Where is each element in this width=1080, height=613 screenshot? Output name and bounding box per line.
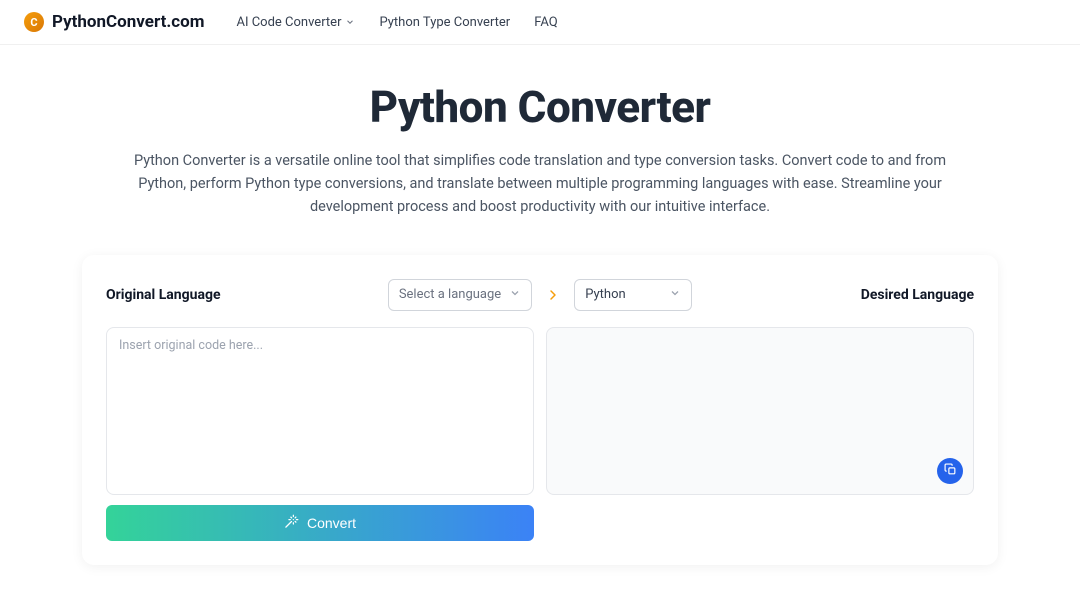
- desired-language-label: Desired Language: [702, 287, 974, 303]
- swap-icon[interactable]: [544, 286, 562, 304]
- convert-button-label: Convert: [307, 515, 356, 531]
- select-value: Python: [585, 287, 625, 302]
- main-nav: AI Code Converter Python Type Converter …: [236, 15, 557, 30]
- nav-item-label: Python Type Converter: [379, 15, 510, 30]
- source-language-select[interactable]: Select a language: [388, 279, 532, 311]
- nav-ai-code-converter[interactable]: AI Code Converter: [236, 15, 355, 30]
- controls-row: Original Language Select a language Pyth…: [106, 279, 974, 311]
- logo-text: PythonConvert.com: [52, 12, 204, 32]
- input-pane: [106, 327, 534, 495]
- copy-button[interactable]: [937, 458, 963, 484]
- code-panes: [106, 327, 974, 495]
- logo-icon: C: [24, 12, 44, 32]
- original-code-input[interactable]: [107, 328, 533, 494]
- converter-card: Original Language Select a language Pyth…: [82, 255, 998, 565]
- nav-item-label: AI Code Converter: [236, 15, 341, 30]
- convert-button[interactable]: Convert: [106, 505, 534, 541]
- select-value: Select a language: [399, 287, 501, 302]
- language-controls: Select a language Python: [388, 279, 692, 311]
- nav-item-label: FAQ: [534, 15, 557, 30]
- nav-python-type-converter[interactable]: Python Type Converter: [379, 15, 510, 30]
- chevron-down-icon: [669, 287, 681, 303]
- original-language-label: Original Language: [106, 287, 378, 303]
- nav-faq[interactable]: FAQ: [534, 15, 557, 30]
- chevron-down-icon: [345, 17, 355, 27]
- output-pane: [546, 327, 974, 495]
- magic-wand-icon: [284, 514, 299, 532]
- chevron-down-icon: [509, 287, 521, 303]
- copy-icon: [944, 461, 957, 480]
- logo[interactable]: C PythonConvert.com: [24, 12, 204, 32]
- page-title: Python Converter: [82, 81, 998, 133]
- site-header: C PythonConvert.com AI Code Converter Py…: [0, 0, 1080, 45]
- page-subtitle: Python Converter is a versatile online t…: [130, 149, 950, 219]
- target-language-select[interactable]: Python: [574, 279, 692, 311]
- main-content: Python Converter Python Converter is a v…: [50, 45, 1030, 613]
